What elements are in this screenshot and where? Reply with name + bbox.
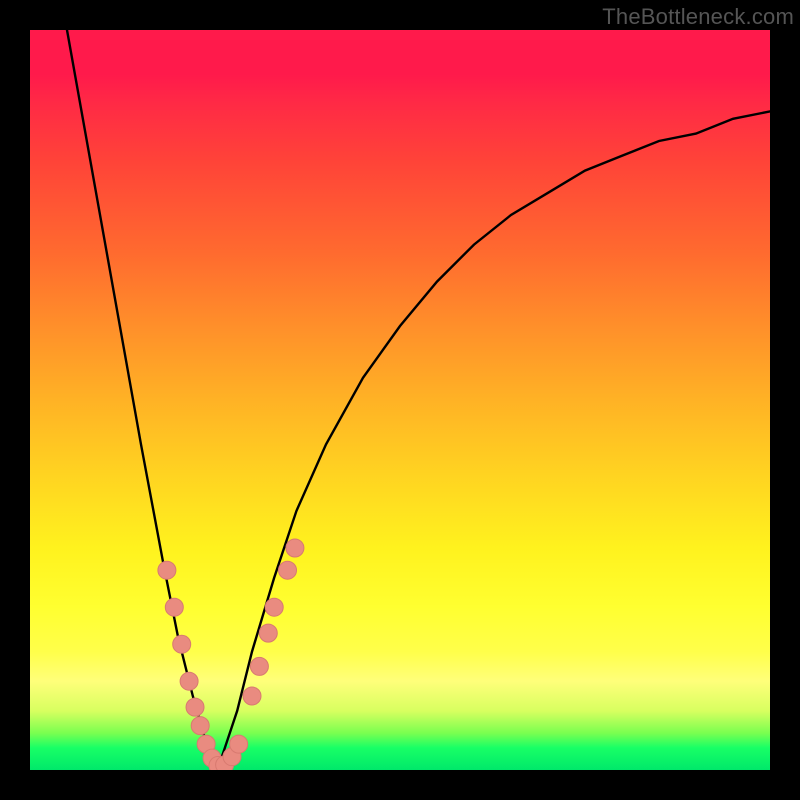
plot-area — [30, 30, 770, 770]
curve-marker — [259, 624, 277, 642]
curve-marker — [158, 561, 176, 579]
chart-frame: TheBottleneck.com — [0, 0, 800, 800]
curve-marker — [165, 598, 183, 616]
curve-marker — [250, 657, 268, 675]
curve-marker — [265, 598, 283, 616]
curve-marker — [180, 672, 198, 690]
curve-marker — [279, 561, 297, 579]
curve-marker — [186, 698, 204, 716]
curve-marker — [243, 687, 261, 705]
watermark-text: TheBottleneck.com — [602, 4, 794, 30]
curve-marker — [173, 635, 191, 653]
curve-layer — [30, 30, 770, 770]
curve-marker — [286, 539, 304, 557]
marker-layer — [158, 539, 304, 770]
curve-marker — [191, 717, 209, 735]
curve-marker — [230, 735, 248, 753]
bottleneck-curve — [67, 30, 770, 770]
